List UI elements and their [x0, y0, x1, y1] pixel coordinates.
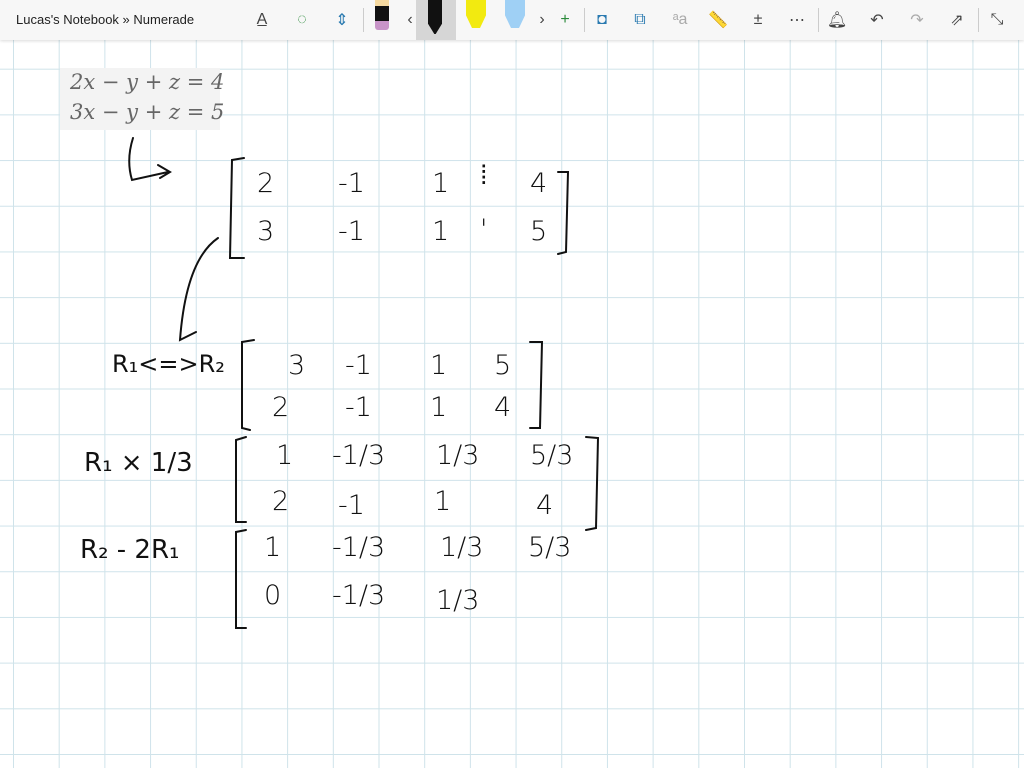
- cell: 5: [494, 350, 512, 381]
- cell: 1: [276, 440, 294, 471]
- add-space-icon[interactable]: ⇕: [330, 8, 354, 32]
- more-icon[interactable]: ⋯: [785, 8, 809, 32]
- row-op-label: R₁ × 1/3: [84, 448, 193, 478]
- cell: 3: [288, 350, 306, 381]
- cell: 0: [264, 580, 282, 611]
- cell: 5/3: [530, 440, 574, 471]
- math-icon[interactable]: ±: [746, 8, 770, 32]
- cell: 1/3: [440, 532, 484, 563]
- cell: -1/3: [332, 532, 386, 563]
- cell: -1: [338, 168, 365, 199]
- cell: 1: [434, 486, 452, 517]
- cell: -1/3: [332, 580, 386, 611]
- cell: -1: [345, 350, 372, 381]
- ruler-icon[interactable]: 📏: [706, 8, 730, 32]
- cell: 5: [530, 216, 548, 247]
- highlighter-yellow[interactable]: [466, 0, 486, 28]
- add-pen-icon[interactable]: +: [553, 8, 577, 32]
- lasso-select-icon[interactable]: ◌: [290, 8, 314, 32]
- cell: 4: [530, 168, 548, 199]
- cell: 1: [430, 350, 448, 381]
- ink-to-text-icon[interactable]: ⧉: [628, 8, 652, 32]
- cell: 1: [264, 532, 282, 563]
- ink-to-math-icon[interactable]: ᵃa: [668, 8, 692, 32]
- cell: ⁞: [480, 160, 488, 191]
- cell: 2: [272, 392, 290, 423]
- pen-pink[interactable]: [375, 0, 389, 30]
- cell: 5/3: [528, 532, 572, 563]
- lasso-text-icon[interactable]: A̲: [250, 8, 274, 32]
- window-title: Lucas's Notebook » Numerade: [16, 12, 195, 27]
- cell: -1/3: [332, 440, 386, 471]
- cell: 2: [257, 168, 275, 199]
- cell: 4: [494, 392, 512, 423]
- row-op-label: R₂ - 2R₁: [80, 535, 180, 565]
- row-op-label: R₁<=>R₂: [112, 350, 225, 378]
- cell: 4: [536, 490, 554, 521]
- cell: 1: [430, 392, 448, 423]
- redo-icon[interactable]: ↷: [905, 8, 929, 32]
- toolbar: Lucas's Notebook » Numerade A̲ ◌ ⇕ ‹ › +…: [0, 0, 1024, 40]
- cell: 3: [257, 216, 275, 247]
- cell: 1/3: [436, 585, 480, 616]
- cell: -1: [338, 216, 365, 247]
- ink-strokes: [128, 137, 600, 629]
- bell-icon[interactable]: 🔔︎: [825, 8, 849, 32]
- undo-icon[interactable]: ↶: [865, 8, 889, 32]
- cell: -1: [338, 490, 365, 521]
- ink-to-shape-icon[interactable]: ◘: [590, 8, 614, 32]
- collapse-icon[interactable]: ⤡: [985, 8, 1009, 32]
- share-icon[interactable]: ⇗: [945, 8, 969, 32]
- cell: ': [480, 214, 488, 245]
- cell: 1: [432, 216, 450, 247]
- pen-black-selected[interactable]: [416, 0, 456, 40]
- cell: -1: [345, 392, 372, 423]
- scroll-right-icon[interactable]: ›: [530, 8, 554, 32]
- cell: 1: [432, 168, 450, 199]
- highlighter-blue[interactable]: [505, 0, 525, 28]
- cell: 1/3: [436, 440, 480, 471]
- cell: 2: [272, 486, 290, 517]
